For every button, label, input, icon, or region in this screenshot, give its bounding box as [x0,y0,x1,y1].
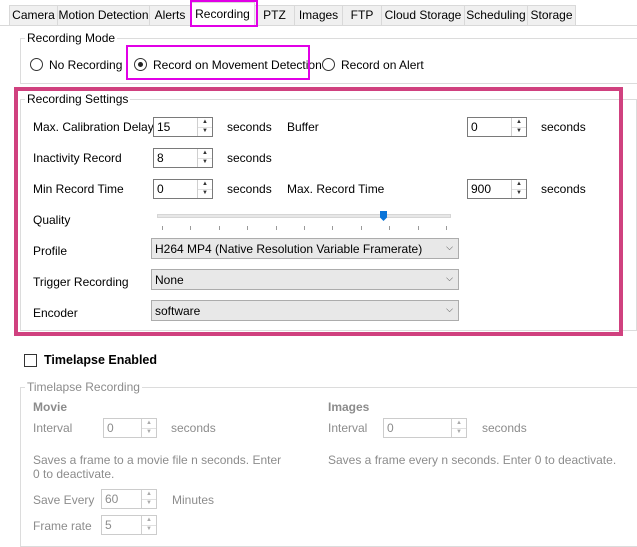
slider-tick [446,226,447,230]
save-every-unit: Minutes [172,493,215,507]
timelapse-enabled-checkbox[interactable] [24,354,37,367]
inactivity-record-unit: seconds [227,151,272,165]
decrement-icon[interactable]: ▼ [198,189,212,198]
radio-no-recording[interactable] [30,58,43,71]
images-description: Saves a frame every n seconds. Enter 0 t… [328,453,617,467]
encoder-value: software [155,304,201,318]
max-record-time-label: Max. Record Time [287,182,385,196]
tab-ftp[interactable]: FTP [342,5,382,25]
min-record-time-unit: seconds [227,182,272,196]
movie-interval-stepper[interactable]: 0 ▲ ▼ [103,418,157,438]
profile-select[interactable]: H264 MP4 (Native Resolution Variable Fra… [151,238,459,259]
movement-option-highlight [126,45,310,80]
quality-slider-ticks [157,226,451,231]
radio-no-recording-label[interactable]: No Recording [49,58,122,72]
slider-tick [162,226,163,230]
movie-section-title: Movie [33,400,68,414]
frame-rate-stepper[interactable]: 5 ▲ ▼ [101,515,157,535]
buffer-stepper[interactable]: 0 ▲ ▼ [467,117,527,137]
tab-cloud-storage[interactable]: Cloud Storage [381,5,465,25]
slider-tick [418,226,419,230]
tab-bar-divider [0,25,637,26]
slider-tick [247,226,248,230]
decrement-icon[interactable]: ▼ [512,127,526,136]
quality-slider-track[interactable] [157,214,451,218]
timelapse-enabled-label[interactable]: Timelapse Enabled [44,353,157,367]
trigger-recording-label: Trigger Recording [33,275,129,289]
slider-tick [304,226,305,230]
profile-value: H264 MP4 (Native Resolution Variable Fra… [155,242,423,256]
recording-settings-title: Recording Settings [25,92,131,106]
decrement-icon[interactable]: ▼ [142,525,156,534]
save-every-label: Save Every [33,493,95,507]
images-interval-label: Interval [328,421,368,435]
timelapse-recording-title: Timelapse Recording [25,380,142,394]
decrement-icon[interactable]: ▼ [142,428,156,437]
min-record-time-value[interactable]: 0 [157,182,164,196]
inactivity-record-label: Inactivity Record [33,151,122,165]
tab-storage[interactable]: Storage [527,5,576,25]
buffer-unit: seconds [541,120,586,134]
images-interval-unit: seconds [482,421,527,435]
min-record-time-stepper[interactable]: 0 ▲ ▼ [153,179,213,199]
tab-motion-detection[interactable]: Motion Detection [57,5,150,25]
tab-images[interactable]: Images [294,5,343,25]
tab-camera[interactable]: Camera [9,5,58,25]
quality-slider-thumb[interactable] [380,211,387,221]
max-record-time-unit: seconds [541,182,586,196]
radio-record-on-alert[interactable] [322,58,335,71]
frame-rate-label: Frame rate [33,519,92,533]
images-interval-stepper[interactable]: 0 ▲ ▼ [383,418,467,438]
tab-scheduling[interactable]: Scheduling [464,5,528,25]
decrement-icon[interactable]: ▼ [198,158,212,167]
buffer-value[interactable]: 0 [471,120,478,134]
inactivity-record-stepper[interactable]: 8 ▲ ▼ [153,148,213,168]
movie-description: Saves a frame to a movie file n seconds.… [33,453,282,481]
decrement-icon[interactable]: ▼ [512,189,526,198]
images-interval-value[interactable]: 0 [387,421,394,435]
max-calibration-delay-label: Max. Calibration Delay [33,120,154,134]
trigger-recording-select[interactable]: None ⌵ [151,269,459,290]
decrement-icon[interactable]: ▼ [198,127,212,136]
max-calibration-delay-unit: seconds [227,120,272,134]
frame-rate-value[interactable]: 5 [105,518,112,532]
movie-interval-value[interactable]: 0 [107,421,114,435]
trigger-recording-value: None [155,273,184,287]
slider-tick [219,226,220,230]
quality-slider[interactable] [157,208,451,232]
tab-ptz[interactable]: PTZ [254,5,295,25]
slider-tick [332,226,333,230]
chevron-down-icon[interactable]: ⌵ [446,304,453,315]
chevron-down-icon[interactable]: ⌵ [446,242,453,253]
encoder-select[interactable]: software ⌵ [151,300,459,321]
chevron-down-icon[interactable]: ⌵ [446,273,453,284]
tab-bar: Camera Motion Detection Alerts Recording… [0,0,637,26]
images-section-title: Images [328,400,370,414]
slider-tick [361,226,362,230]
slider-tick [190,226,191,230]
quality-label: Quality [33,213,71,227]
recording-tab-highlight [190,0,258,27]
inactivity-record-value[interactable]: 8 [157,151,164,165]
max-record-time-stepper[interactable]: 900 ▲ ▼ [467,179,527,199]
max-calibration-delay-stepper[interactable]: 15 ▲ ▼ [153,117,213,137]
radio-record-on-alert-label[interactable]: Record on Alert [341,58,424,72]
profile-label: Profile [33,244,68,258]
tab-alerts[interactable]: Alerts [149,5,191,25]
decrement-icon[interactable]: ▼ [452,428,466,437]
max-calibration-delay-value[interactable]: 15 [157,120,170,134]
recording-mode-title: Recording Mode [25,31,118,45]
slider-tick [276,226,277,230]
save-every-value[interactable]: 60 [105,492,118,506]
save-every-stepper[interactable]: 60 ▲ ▼ [101,489,157,509]
slider-tick [389,226,390,230]
max-record-time-value[interactable]: 900 [471,182,491,196]
buffer-label: Buffer [287,120,319,134]
min-record-time-label: Min Record Time [33,182,124,196]
decrement-icon[interactable]: ▼ [142,499,156,508]
encoder-label: Encoder [33,306,78,320]
movie-interval-label: Interval [33,421,73,435]
movie-interval-unit: seconds [171,421,216,435]
